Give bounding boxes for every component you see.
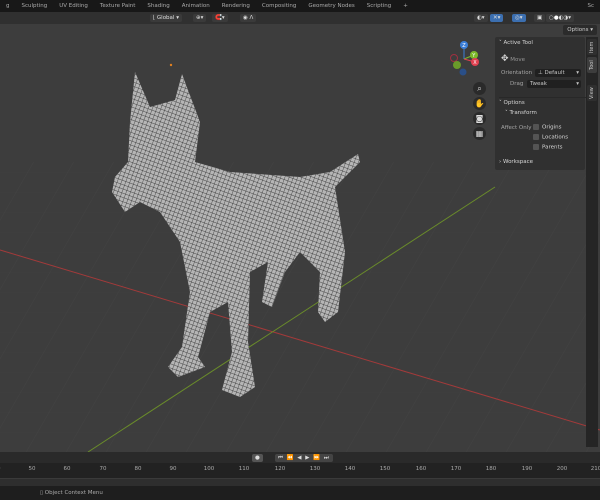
- tick-label: 130: [309, 466, 321, 472]
- tick-label: 150: [379, 466, 391, 472]
- tick-label: 160: [415, 466, 427, 472]
- workspace-header[interactable]: › Workspace: [499, 159, 589, 165]
- proportional-edit-toggle[interactable]: ◉ Λ: [240, 14, 257, 22]
- tick-label: 90: [169, 466, 177, 472]
- visibility-dropdown[interactable]: ◐▾: [474, 14, 488, 22]
- timeline-scrub-area[interactable]: [0, 478, 600, 486]
- orientation-dropdown[interactable]: ⊥ Default ▾: [535, 69, 581, 77]
- playback-buttons[interactable]: ⏮ ⏪ ◀ ▶ ⏩ ⏭: [275, 453, 333, 462]
- record-button[interactable]: ●: [252, 453, 263, 462]
- mouse-right-icon: ▯: [40, 490, 44, 496]
- add-workspace-button[interactable]: +: [397, 3, 414, 9]
- tab-item[interactable]: Item: [587, 39, 597, 55]
- tab-animation[interactable]: Animation: [176, 3, 216, 9]
- transform-header[interactable]: ˅ Transform: [505, 110, 595, 116]
- overlay-toggle[interactable]: ◎▾: [512, 14, 526, 22]
- workspace-tabs: g Sculpting UV Editing Texture Paint Sha…: [0, 0, 600, 12]
- transform-orientation-dropdown[interactable]: ⌊ Global ▾: [150, 14, 182, 22]
- xray-toggle[interactable]: ▣: [534, 14, 546, 22]
- scene-selector[interactable]: Sc: [581, 3, 600, 9]
- tick-label: 170: [450, 466, 462, 472]
- tick-label: 200: [556, 466, 568, 472]
- tool-sidebar-panel: ˅ Active Tool ✥ Move Orientation ⊥ Defau…: [495, 37, 589, 170]
- tick-label: 100: [203, 466, 215, 472]
- options-header[interactable]: ˅ Options: [499, 97, 589, 106]
- gizmo-z-label: Z: [462, 43, 466, 49]
- zoom-icon[interactable]: ⌕: [473, 82, 486, 95]
- hand-pan-icon[interactable]: ✋: [473, 97, 486, 110]
- drag-dropdown[interactable]: Tweak ▾: [527, 80, 581, 88]
- tick-label: 120: [274, 466, 286, 472]
- move-tool[interactable]: ✥ Move: [501, 54, 591, 64]
- tab-rendering[interactable]: Rendering: [216, 3, 256, 9]
- snap-toggle[interactable]: 🧲▾: [212, 14, 228, 22]
- playback-controls: ● ⏮ ⏪ ◀ ▶ ⏩ ⏭: [0, 452, 600, 463]
- tick-label: 190: [521, 466, 533, 472]
- tick-label: 140: [344, 466, 356, 472]
- timeline-ruler[interactable]: 40 50 60 70 80 90 100 110 120 130 140 15…: [0, 463, 600, 478]
- move-icon: ✥: [501, 54, 509, 64]
- tick-label: 50: [28, 466, 36, 472]
- sidebar-tabs: Item Tool View: [586, 37, 598, 447]
- camera-icon[interactable]: ◙: [473, 112, 486, 125]
- navigation-gizmo[interactable]: Z Y X: [448, 38, 484, 78]
- tab-uv-editing[interactable]: UV Editing: [53, 3, 94, 9]
- gizmo-x-label: X: [473, 60, 477, 66]
- tab-tool[interactable]: Tool: [587, 57, 597, 73]
- tick-label: 210: [590, 466, 600, 472]
- tab-shading[interactable]: Shading: [141, 3, 175, 9]
- tick-label: 60: [63, 466, 71, 472]
- status-bar: ▯ Object Context Menu: [0, 486, 600, 500]
- tab-compositing[interactable]: Compositing: [256, 3, 302, 9]
- status-text: Object Context Menu: [44, 490, 103, 496]
- grid-perspective-icon[interactable]: ▦: [473, 127, 486, 140]
- shading-modes[interactable]: ○●◐◑▾: [546, 14, 574, 22]
- tab-scripting[interactable]: Scripting: [361, 3, 397, 9]
- tab-sculpting[interactable]: Sculpting: [16, 3, 54, 9]
- tick-label: 110: [238, 466, 250, 472]
- options-dropdown[interactable]: Options ▾: [563, 25, 597, 35]
- tick-label: 180: [485, 466, 497, 472]
- gizmo-toggle[interactable]: ✕▾: [490, 14, 504, 22]
- tick-label: 40: [0, 466, 1, 472]
- tab-view[interactable]: View: [587, 85, 597, 101]
- active-tool-header[interactable]: ˅ Active Tool: [499, 40, 589, 46]
- tick-label: 80: [134, 466, 142, 472]
- tab-geometry-nodes[interactable]: Geometry Nodes: [302, 3, 360, 9]
- tab-layout[interactable]: g: [0, 3, 16, 9]
- tab-texture-paint[interactable]: Texture Paint: [94, 3, 142, 9]
- origin-point: [169, 63, 173, 67]
- tick-label: 70: [99, 466, 107, 472]
- pivot-dropdown[interactable]: ⊕▾: [193, 14, 207, 22]
- viewport-header: ⌊ Global ▾ ⊕▾ 🧲▾ ◉ Λ ◐▾ ✕▾ ◎▾ ▣ ○●◐◑▾: [0, 12, 600, 24]
